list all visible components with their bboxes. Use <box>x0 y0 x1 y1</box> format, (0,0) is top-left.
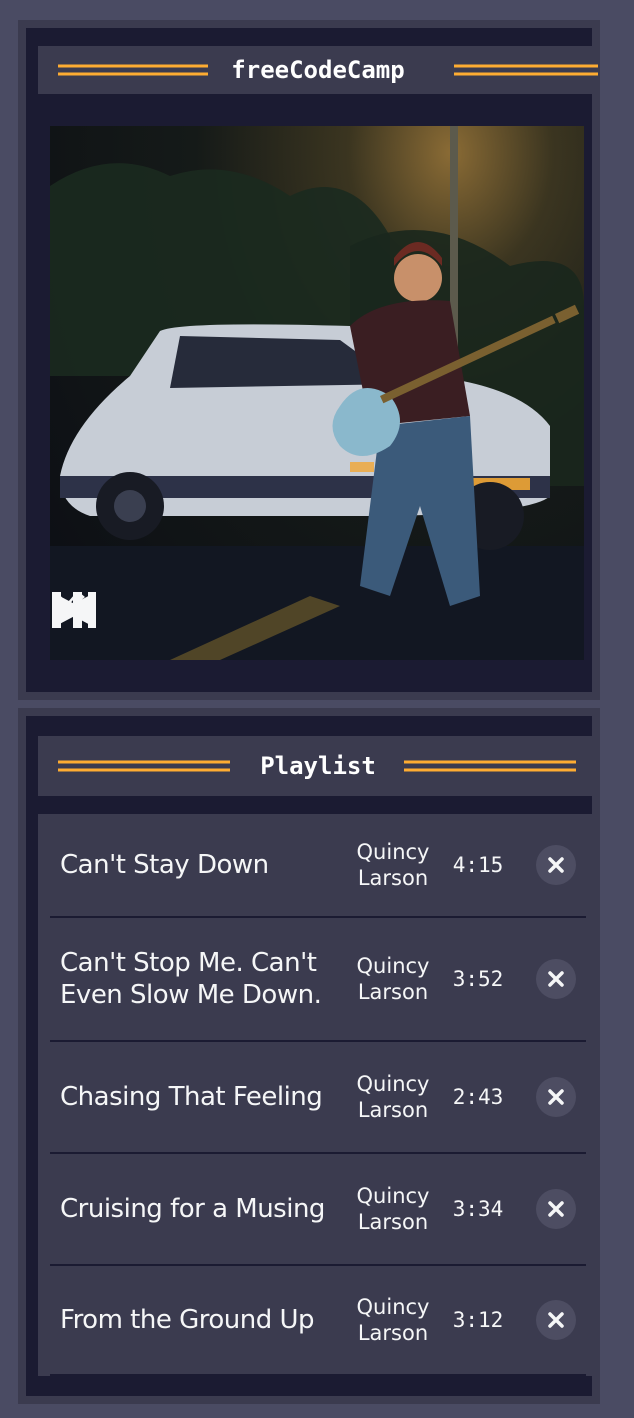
delete-song-button[interactable] <box>536 1300 576 1340</box>
song-artist: Quincy Larson <box>356 1295 430 1345</box>
play-button[interactable] <box>52 590 248 640</box>
song-duration: 3:12 <box>452 1308 504 1332</box>
playlist-song-row[interactable]: Can't Stay Down Quincy Larson 4:15 <box>50 814 586 918</box>
next-button[interactable] <box>52 590 440 640</box>
close-icon <box>548 857 564 873</box>
player-panel: freeCodeCamp <box>18 20 600 700</box>
album-art <box>50 126 584 660</box>
song-duration: 2:43 <box>452 1085 504 1109</box>
playlist-panel: Playlist Can't Stay Down Quincy Larson 4… <box>18 708 600 1404</box>
shuffle-button[interactable] <box>52 590 535 640</box>
playlist-title: Playlist <box>246 752 390 780</box>
song-duration: 3:34 <box>452 1197 504 1221</box>
album-art-illustration <box>50 126 584 660</box>
song-artist: Quincy Larson <box>356 1184 430 1234</box>
close-icon <box>548 971 564 987</box>
player-controls <box>50 590 584 640</box>
song-title: Can't Stop Me. Can't Even Slow Me Down. <box>60 948 322 1010</box>
close-icon <box>548 1312 564 1328</box>
playlist-song-row[interactable]: Cruising for a Musing Quincy Larson 3:34 <box>50 1154 586 1266</box>
song-artist: Quincy Larson <box>356 954 430 1004</box>
song-artist: Quincy Larson <box>356 840 430 890</box>
song-title: Chasing That Feeling <box>60 1082 323 1112</box>
playlist-song-row[interactable]: From the Ground Up Quincy Larson 3:12 <box>50 1266 586 1376</box>
close-icon <box>548 1089 564 1105</box>
song-artist: Quincy Larson <box>356 1072 430 1122</box>
delete-song-button[interactable] <box>536 1189 576 1229</box>
song-duration: 3:52 <box>452 967 504 991</box>
delete-song-button[interactable] <box>536 1077 576 1117</box>
song-title: From the Ground Up <box>60 1305 315 1335</box>
playlist-title-bar: Playlist <box>38 736 598 796</box>
playlist-song-row[interactable]: Can't Stop Me. Can't Even Slow Me Down. … <box>50 918 586 1042</box>
playlist-songs: Can't Stay Down Quincy Larson 4:15 Can't… <box>38 814 598 1376</box>
player-title: freeCodeCamp <box>217 56 419 84</box>
delete-song-button[interactable] <box>536 845 576 885</box>
close-icon <box>548 1201 564 1217</box>
player-title-bar: freeCodeCamp <box>38 46 598 94</box>
previous-button[interactable] <box>52 590 153 640</box>
playlist-song-row[interactable]: Chasing That Feeling Quincy Larson 2:43 <box>50 1042 586 1154</box>
shuffle-icon <box>52 592 85 618</box>
delete-song-button[interactable] <box>536 959 576 999</box>
song-title: Cruising for a Musing <box>60 1194 325 1224</box>
pause-button[interactable] <box>52 590 344 640</box>
song-duration: 4:15 <box>452 853 504 877</box>
song-title: Can't Stay Down <box>60 850 269 880</box>
